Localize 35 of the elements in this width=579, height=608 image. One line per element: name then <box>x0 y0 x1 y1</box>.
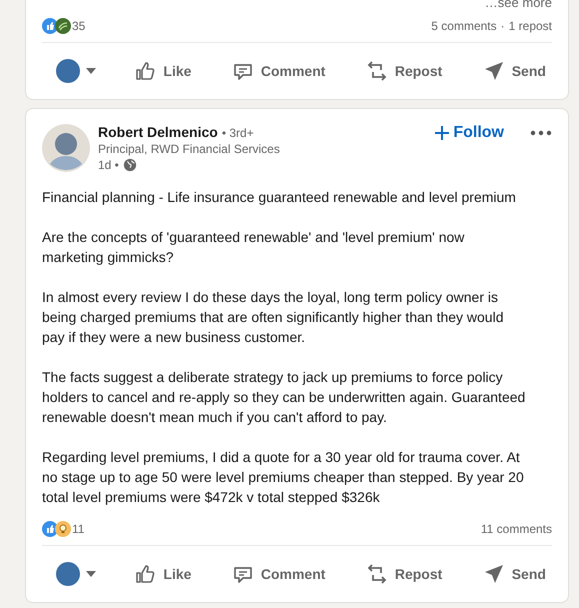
repost-button[interactable]: Repost <box>358 552 448 596</box>
comment-button[interactable]: Comment <box>224 552 332 596</box>
repost-count[interactable]: 1 repost <box>508 19 552 33</box>
see-more-link[interactable]: …see more <box>42 0 552 10</box>
post-paragraph: The facts suggest a deliberate strategy to jack up premiums to force policy holders to cancel and re-apply so they can be underwritten again. Guaranteed renewable doesn't mean much if you can't afford to pay. <box>42 368 526 427</box>
caret-icon <box>86 571 96 577</box>
comment-button[interactable]: Comment <box>224 49 332 93</box>
repost-button[interactable]: Repost <box>358 49 448 93</box>
avatar-silhouette-icon[interactable] <box>42 124 90 172</box>
author-headline: Principal, RWD Financial Services <box>98 141 281 157</box>
like-button[interactable]: Like <box>127 49 198 93</box>
more-options-icon[interactable] <box>530 130 552 136</box>
send-button[interactable]: Send <box>476 552 552 596</box>
send-button[interactable]: Send <box>476 49 552 93</box>
comment-count[interactable]: 11 comments <box>480 522 552 536</box>
globe-icon <box>122 158 137 172</box>
plus-icon <box>435 126 450 140</box>
follow-button[interactable]: Follow <box>435 124 504 142</box>
like-button[interactable]: Like <box>127 552 198 596</box>
connection-degree: • 3rd+ <box>222 125 254 141</box>
post-paragraph: Are the concepts of 'guaranteed renewable' and 'level premium' now marketing gimmicks? <box>42 228 466 267</box>
author-name[interactable]: Robert Delmenico <box>98 124 218 140</box>
post-paragraph: In almost every review I do these days the loyal, long term policy owner is being charged premiums that are often significantly higher than they would pay if they were a new business customer. <box>42 288 504 347</box>
post-time: 1d • <box>98 157 119 173</box>
post-paragraph: Financial planning - Life insurance guaranteed renewable and level premium <box>42 188 517 207</box>
post-paragraph: Regarding level premiums, I did a quote for a 30 year old for trauma cover. At no stage up to age 50 were level premiums cheaper than stepped. By year 20 total level premiums were $472k v total stepped $326k <box>42 448 525 507</box>
reaction-count[interactable]: 11 <box>72 522 84 536</box>
separator-dot: · <box>500 19 505 33</box>
avatar <box>56 562 80 586</box>
thumbs-up-icon <box>133 59 158 83</box>
comment-count[interactable]: 5 comments <box>431 19 497 33</box>
thumbs-up-icon <box>133 562 158 586</box>
caret-icon <box>86 68 96 74</box>
avatar <box>56 59 80 83</box>
reaction-count[interactable]: 35 <box>72 19 86 33</box>
